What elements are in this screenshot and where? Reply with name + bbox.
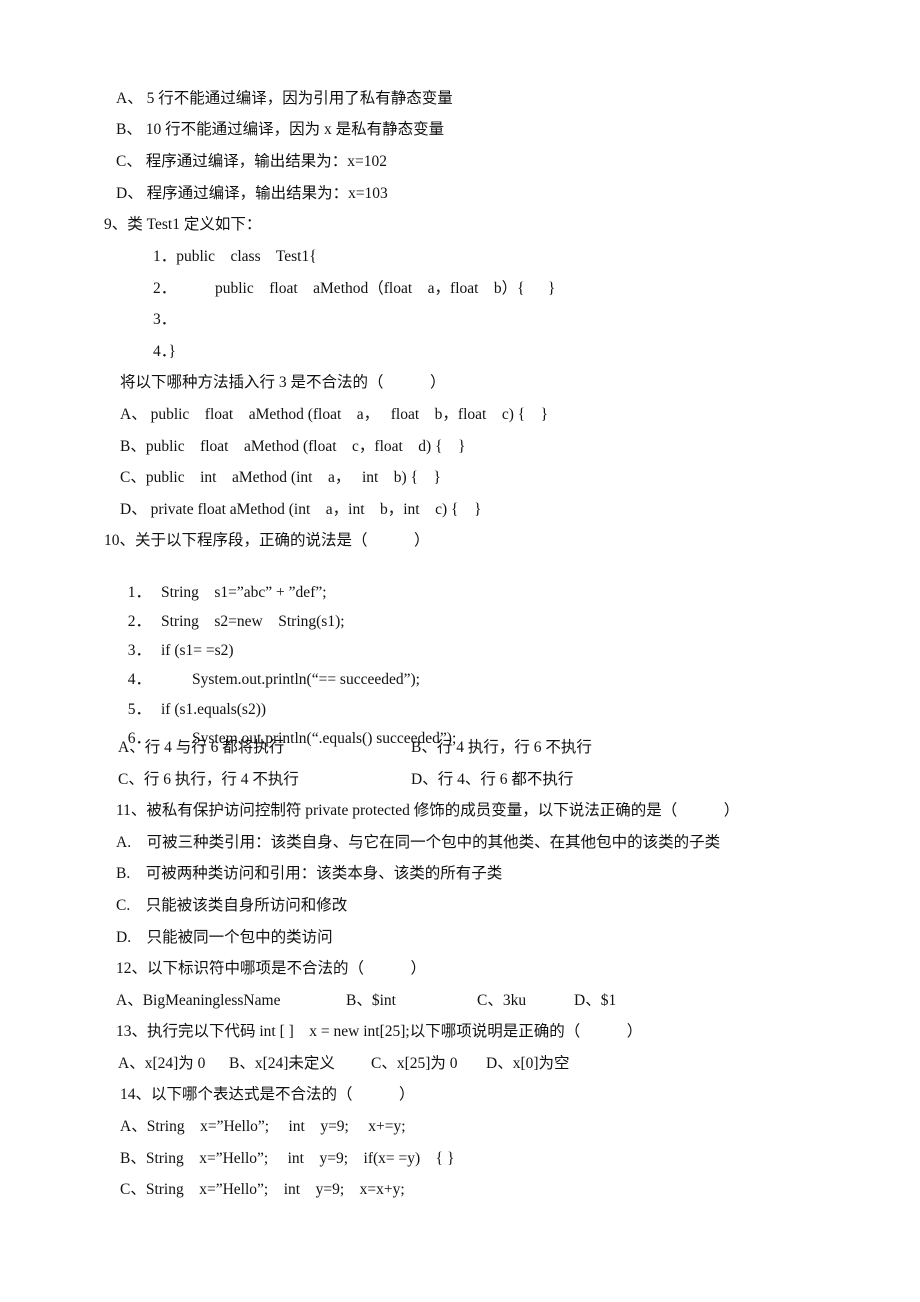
q11-option-d: D. 只能被同一个包中的类访问	[116, 929, 333, 946]
q14-option-a: A、String x=”Hello”; int y=9; x+=y;	[120, 1118, 406, 1135]
q12-option-c: C、3ku	[477, 992, 527, 1009]
q12-option-a: A、BigMeaninglessName	[116, 992, 281, 1009]
q8-option-a: A、 5 行不能通过编译，因为引用了私有静态变量	[116, 90, 453, 107]
q10-code-line-3: 3． if (s1= =s2)	[120, 621, 234, 659]
q10-code-line-6: 6． System.out.println(“.equals() succeed…	[120, 709, 457, 747]
q8-option-c: C、 程序通过编译，输出结果为：x=102	[116, 153, 387, 170]
q13-option-c: C、x[25]为 0	[371, 1055, 458, 1072]
q9-code-line-1: 1．public class Test1{	[153, 248, 317, 265]
q10-code-line-1: 1． String s1=”abc” + ”def”;	[120, 563, 327, 601]
q9-option-d: D、 private float aMethod (int a，int b，in…	[120, 501, 482, 518]
q10-title: 10、关于以下程序段，正确的说法是（ ）	[104, 532, 430, 549]
q10-option-d: D、行 4、行 6 都不执行	[411, 771, 574, 788]
q13-title: 13、执行完以下代码 int [ ] x = new int[25];以下哪项说…	[116, 1023, 643, 1040]
q9-prompt: 将以下哪种方法插入行 3 是不合法的（ ）	[120, 374, 446, 391]
q14-title: 14、以下哪个表达式是不合法的（ ）	[120, 1086, 415, 1103]
q10-code-line-5: 5． if (s1.equals(s2))	[120, 680, 266, 718]
code-text: if (s1= =s2)	[161, 642, 234, 659]
code-text: String s1=”abc” + ”def”;	[161, 584, 327, 601]
q9-code-line-4: 4．}	[153, 343, 176, 360]
q11-title: 11、被私有保护访问控制符 private protected 修饰的成员变量，…	[116, 802, 740, 819]
q12-title: 12、以下标识符中哪项是不合法的（ ）	[116, 960, 427, 977]
q13-option-a: A、x[24]为 0	[118, 1055, 206, 1072]
q13-option-d: D、x[0]为空	[486, 1055, 570, 1072]
q10-code-line-2: 2． String s2=new String(s1);	[120, 592, 345, 630]
q10-option-b: B、行 4 执行，行 6 不执行	[411, 739, 592, 756]
q12-option-b: B、$int	[346, 992, 396, 1009]
q12-option-d: D、$1	[574, 992, 617, 1009]
code-text: System.out.println(“== succeeded”);	[161, 671, 420, 688]
code-text: String s2=new String(s1);	[161, 613, 345, 630]
q13-option-b: B、x[24]未定义	[229, 1055, 335, 1072]
q8-option-b: B、 10 行不能通过编译，因为 x 是私有静态变量	[116, 121, 445, 138]
q14-option-c: C、String x=”Hello”; int y=9; x=x+y;	[120, 1181, 405, 1198]
q8-option-d: D、 程序通过编译，输出结果为：x=103	[116, 185, 388, 202]
q9-option-c: C、public int aMethod (int a， int b) { }	[120, 469, 441, 486]
q11-option-b: B. 可被两种类访问和引用：该类本身、该类的所有子类	[116, 865, 503, 882]
q10-option-a: A、行 4 与行 6 都将执行	[118, 739, 285, 756]
q11-option-c: C. 只能被该类自身所访问和修改	[116, 897, 348, 914]
q9-option-b: B、public float aMethod (float c，float d)…	[120, 438, 466, 455]
q14-option-b: B、String x=”Hello”; int y=9; if(x= =y) {…	[120, 1150, 455, 1167]
q10-code-line-4: 4． System.out.println(“== succeeded”);	[120, 650, 420, 688]
q9-code-line-3: 3．	[153, 311, 177, 328]
q9-title: 9、类 Test1 定义如下：	[104, 216, 262, 233]
q11-option-a: A. 可被三种类引用：该类自身、与它在同一个包中的其他类、在其他包中的该类的子类	[116, 834, 721, 851]
code-text: if (s1.equals(s2))	[161, 701, 267, 718]
q10-option-c: C、行 6 执行，行 4 不执行	[118, 771, 299, 788]
q9-option-a: A、 public float aMethod (float a， float …	[120, 406, 549, 423]
q9-code-line-2: 2． public float aMethod（float a，float b）…	[153, 280, 556, 297]
